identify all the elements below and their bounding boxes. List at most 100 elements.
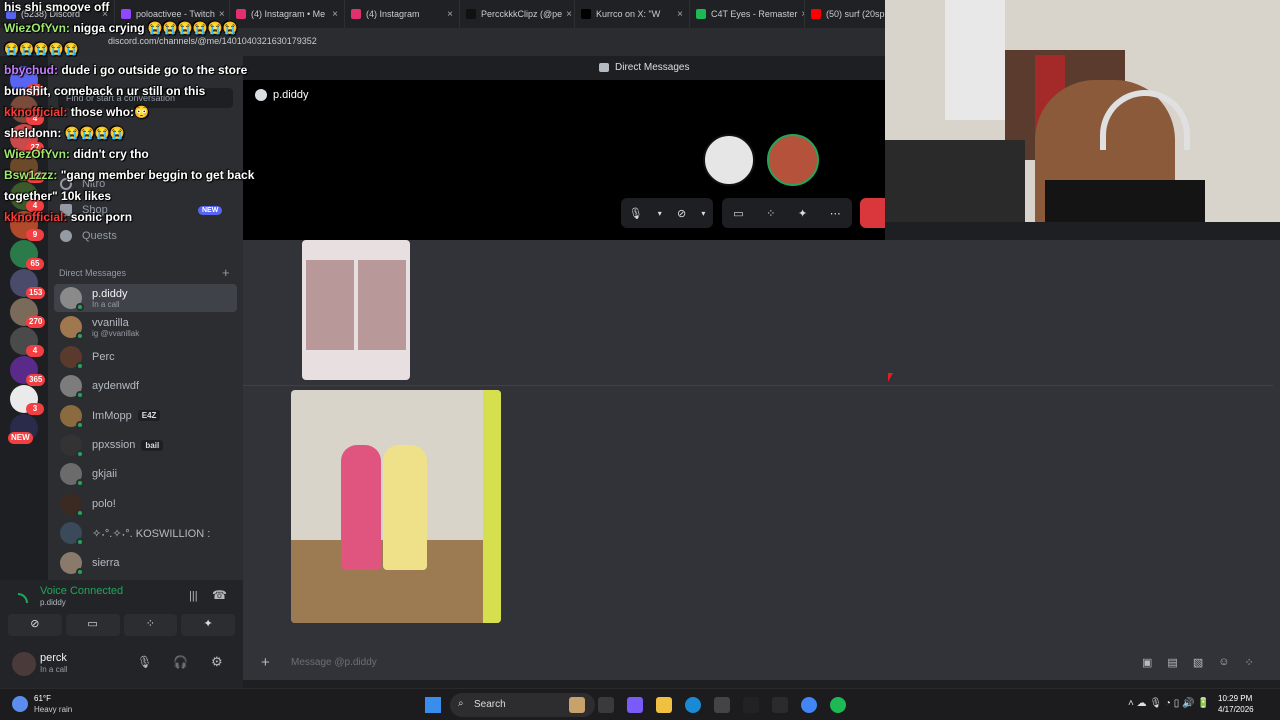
overlay-chat-text: 😭😭😭😭 — [64, 126, 125, 140]
hang-up-button[interactable] — [860, 198, 885, 228]
avatar — [60, 375, 84, 400]
tab-favicon-icon — [811, 9, 821, 19]
dm-name: ppxssion — [92, 439, 136, 451]
edge-icon[interactable] — [685, 697, 701, 713]
signal-icon — [18, 593, 28, 603]
screen-share-button[interactable]: ▭ — [65, 614, 120, 636]
camera-off-icon[interactable]: ⊘ — [677, 207, 686, 220]
avatar[interactable] — [12, 652, 36, 676]
dm-item[interactable]: ImMopp E4Z — [54, 402, 237, 430]
create-dm-plus-icon[interactable]: + — [222, 265, 230, 280]
tray-icons[interactable]: ˄ ☁ 🎙 ◔ ▯ 🔊 🔋 — [1128, 698, 1210, 709]
dm-item[interactable]: polo! — [54, 490, 237, 518]
camera-off-button[interactable]: ⊘ — [8, 614, 62, 636]
clock-date[interactable]: 4/17/2026 — [1218, 705, 1254, 714]
stream-chat-overlay: his shi smoove off WiezOfYvn: nigga cryin… — [0, 0, 320, 240]
overlay-chat-user: WiezOfYvn: — [4, 147, 70, 161]
message-input[interactable]: Message @p.diddy — [279, 650, 1269, 676]
user-status: In a call — [40, 665, 68, 674]
server-badge: 153 — [26, 287, 46, 299]
voice-status[interactable]: Voice Connected — [40, 585, 123, 597]
divider — [243, 385, 1273, 386]
overlay-chat-line: bbychud: dude i go outside go to the sto… — [4, 63, 247, 77]
apps-icon[interactable]: ⁘ — [1244, 656, 1253, 669]
file-explorer-icon[interactable] — [656, 697, 672, 713]
noise-suppression-icon[interactable]: ||| — [189, 590, 198, 602]
gift-icon[interactable]: ▣ — [1142, 656, 1152, 669]
obs-icon[interactable] — [743, 697, 759, 713]
browser-tab[interactable]: (4) Instagram × — [345, 0, 460, 28]
more-options-icon[interactable]: ⋯ — [830, 207, 841, 220]
store-icon[interactable] — [714, 697, 730, 713]
disconnect-icon[interactable]: ☎ — [212, 588, 227, 602]
dm-item[interactable]: sierra — [54, 549, 237, 577]
tab-label: Kurrco on X: "W — [596, 9, 661, 19]
clock-time[interactable]: 10:29 PM — [1218, 694, 1252, 703]
voice-channel[interactable]: p.diddy — [40, 598, 66, 607]
emoji-icon[interactable]: ☺ — [1218, 656, 1229, 669]
status-indicator — [76, 420, 84, 429]
copilot-icon[interactable] — [627, 697, 643, 713]
avatar — [60, 434, 84, 458]
dm-name: ✧˖°.✧˖°. KOSWILLION : — [92, 527, 211, 540]
dm-name: gkjaii — [92, 468, 118, 481]
chevron-down-icon[interactable]: ▾ — [658, 209, 662, 218]
screen-share-icon[interactable]: ▭ — [733, 207, 743, 220]
settings-gear-icon[interactable]: ⚙ — [211, 654, 223, 670]
voice-call-area: p.diddy 🎙 ▾ ⊘ ▾ ▭ ⁘ ✦ ⋯ — [243, 80, 885, 240]
sticker-icon[interactable]: ▧ — [1193, 656, 1203, 669]
tab-label: PercckkkClipz (@pe — [481, 9, 563, 19]
chrome-icon[interactable] — [801, 697, 817, 713]
close-tab-icon[interactable]: × — [443, 9, 453, 20]
dm-item[interactable]: Perc — [54, 343, 237, 371]
soundboard-button[interactable]: ✦ — [181, 614, 235, 636]
avatar — [60, 287, 84, 311]
browser-tab[interactable]: C4T Eyes - Remaster× — [690, 0, 805, 28]
overlay-chat-line: kknofficial: sonic porn — [4, 210, 132, 224]
close-tab-icon[interactable]: × — [673, 9, 683, 20]
dm-item[interactable]: p.diddy In a call — [54, 284, 237, 312]
dm-icon — [599, 63, 609, 72]
spotify-icon[interactable] — [830, 697, 846, 713]
microphone-icon[interactable]: 🎙 — [629, 207, 643, 220]
start-windows-icon[interactable] — [425, 697, 441, 713]
weather-temp[interactable]: 61°F — [34, 694, 51, 703]
participant-avatar[interactable] — [703, 134, 755, 186]
dm-item[interactable]: ✧˖°.✧˖°. KOSWILLION : — [54, 519, 237, 547]
chevron-down-icon[interactable]: ▾ — [701, 209, 705, 218]
dm-item[interactable]: gkjaii — [54, 460, 237, 488]
dm-item[interactable]: ppxssion bail — [54, 431, 237, 459]
streamer-webcam — [885, 0, 1280, 222]
tab-favicon-icon — [351, 9, 361, 19]
microphone-icon[interactable]: 🎙 — [137, 655, 152, 669]
avatar — [60, 492, 84, 517]
capcut-icon[interactable] — [772, 697, 788, 713]
close-tab-icon[interactable]: × — [328, 9, 338, 20]
task-view-icon[interactable] — [598, 697, 614, 713]
weather-desc[interactable]: Heavy rain — [34, 705, 72, 714]
gif-icon[interactable]: ▤ — [1167, 656, 1177, 669]
activities-button[interactable]: ⁘ — [123, 614, 178, 636]
status-indicator — [76, 479, 84, 488]
attach-plus-icon[interactable]: + — [261, 654, 270, 671]
dm-item[interactable]: vvanilla ig @vvanillak — [54, 313, 237, 341]
participant-avatar[interactable] — [767, 134, 819, 186]
soundboard-icon[interactable]: ✦ — [798, 207, 807, 220]
activities-icon[interactable]: ⁘ — [766, 207, 775, 220]
message-image[interactable] — [291, 390, 501, 623]
widget-icon[interactable] — [569, 697, 585, 713]
windows-taskbar: 61°F Heavy rain ⌕ Search ˄ ☁ 🎙 ◔ ▯ 🔊 🔋 1… — [0, 688, 1280, 720]
headphones-icon[interactable]: 🎧 — [173, 655, 188, 669]
close-tab-icon[interactable]: × — [562, 9, 572, 20]
overlay-chat-user: bbychud: — [4, 63, 58, 77]
close-tab-icon[interactable]: × — [797, 9, 804, 20]
overlay-chat-text: nigga crying 😭😭😭😭😭😭 — [73, 21, 238, 35]
browser-tab[interactable]: Kurrco on X: "W × — [575, 0, 690, 28]
dm-item[interactable]: aydenwdf — [54, 372, 237, 400]
message-image[interactable] — [302, 240, 410, 380]
username[interactable]: perck — [40, 652, 67, 664]
overlay-chat-text: his shi smoove off — [4, 0, 110, 14]
browser-tab[interactable]: PercckkkClipz (@pe × — [460, 0, 575, 28]
status-indicator — [76, 567, 84, 576]
tab-label: C4T Eyes - Remaster — [711, 9, 798, 19]
